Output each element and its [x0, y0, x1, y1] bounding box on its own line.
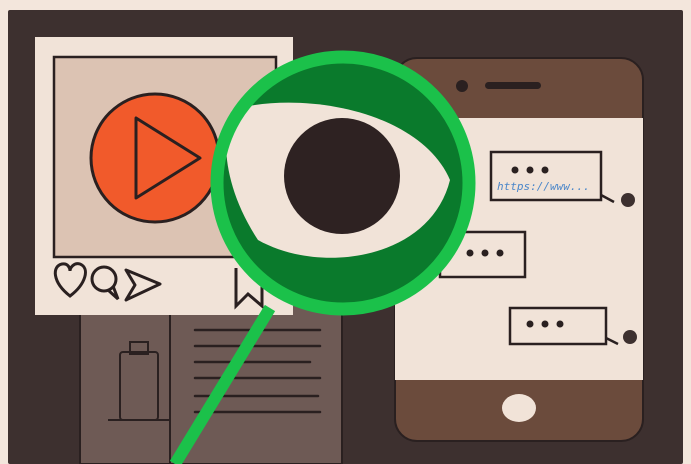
phone-home-button — [502, 394, 536, 422]
chat-avatar — [623, 330, 637, 344]
play-icon — [89, 92, 221, 224]
phone-camera — [456, 80, 468, 92]
chat-link-text: https://www... — [497, 180, 590, 193]
phone-speaker — [485, 82, 541, 89]
chat-avatar — [621, 193, 635, 207]
document-card — [79, 299, 343, 464]
surveillance-illustration: https://www... — [35, 37, 644, 464]
illustration-canvas: https://www... — [0, 0, 691, 464]
